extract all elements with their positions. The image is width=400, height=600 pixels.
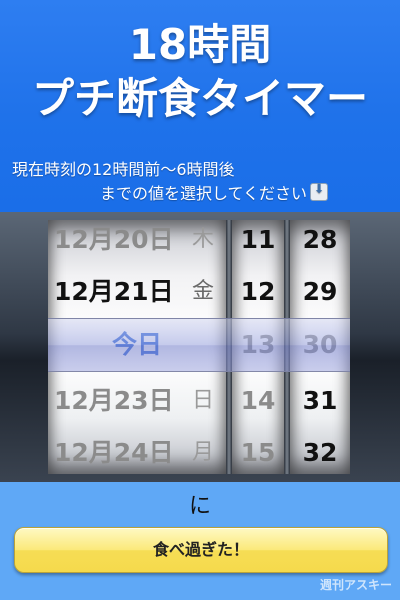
date-row-weekday: 月 bbox=[191, 440, 214, 465]
minute-row[interactable]: 29 bbox=[290, 267, 350, 317]
hour-row[interactable]: 12 bbox=[232, 267, 284, 317]
minute-row[interactable]: 31 bbox=[290, 376, 350, 426]
date-row[interactable]: 12月23日 日 bbox=[48, 376, 226, 426]
hour-value: 11 bbox=[240, 225, 276, 254]
date-row[interactable]: 12月24日 月 bbox=[48, 428, 226, 474]
app-title-line1: 18時間 bbox=[128, 20, 272, 69]
hour-row-selected[interactable]: 13 bbox=[232, 320, 284, 370]
ate-too-much-button[interactable]: 食べ過ぎた！ bbox=[14, 527, 388, 573]
instruction-line1: 現在時刻の12時間前〜6時間後 bbox=[12, 160, 235, 179]
date-row-weekday: 日 bbox=[191, 388, 214, 413]
date-row-date: 12月24日 bbox=[54, 438, 174, 467]
date-row-weekday: 金 bbox=[191, 279, 214, 304]
minute-row-selected[interactable]: 30 bbox=[290, 320, 350, 370]
minute-wheel[interactable]: 28 29 30 31 32 bbox=[290, 220, 350, 474]
hour-row[interactable]: 14 bbox=[232, 376, 284, 426]
minute-row[interactable]: 32 bbox=[290, 428, 350, 474]
date-wheel[interactable]: 12月20日 木 12月21日 金 今日 12月23日 日 12月24日 月 bbox=[48, 220, 226, 474]
date-row[interactable]: 12月21日 金 bbox=[48, 267, 226, 317]
minute-value: 29 bbox=[302, 277, 338, 306]
hour-value: 13 bbox=[240, 330, 276, 359]
connector-text: に bbox=[188, 494, 211, 519]
date-row-date: 12月20日 bbox=[54, 225, 174, 254]
hour-row[interactable]: 15 bbox=[232, 428, 284, 474]
minute-value: 32 bbox=[302, 438, 338, 467]
watermark: 週刊アスキー bbox=[319, 578, 392, 592]
hour-value: 14 bbox=[240, 386, 276, 415]
minute-row[interactable]: 28 bbox=[290, 220, 350, 265]
minute-value: 30 bbox=[302, 330, 338, 359]
minute-value: 28 bbox=[302, 225, 338, 254]
date-row[interactable]: 12月20日 木 bbox=[48, 220, 226, 265]
down-arrow-icon bbox=[310, 182, 329, 201]
instruction-line2-text: までの値を選択してください bbox=[100, 184, 308, 203]
date-row-date: 12月23日 bbox=[54, 386, 174, 415]
minute-value: 31 bbox=[302, 386, 338, 415]
date-row-date: 12月21日 bbox=[54, 277, 174, 306]
instruction-line2: までの値を選択してください bbox=[100, 182, 329, 203]
hour-value: 15 bbox=[240, 438, 276, 467]
date-row-weekday: 木 bbox=[191, 227, 214, 252]
app-title-line2: プチ断食タイマー bbox=[31, 74, 368, 123]
hour-wheel[interactable]: 11 12 13 14 15 bbox=[232, 220, 284, 474]
date-row-selected[interactable]: 今日 bbox=[48, 320, 226, 370]
hour-value: 12 bbox=[240, 277, 276, 306]
hour-row[interactable]: 11 bbox=[232, 220, 284, 265]
date-row-date: 今日 bbox=[111, 330, 162, 359]
